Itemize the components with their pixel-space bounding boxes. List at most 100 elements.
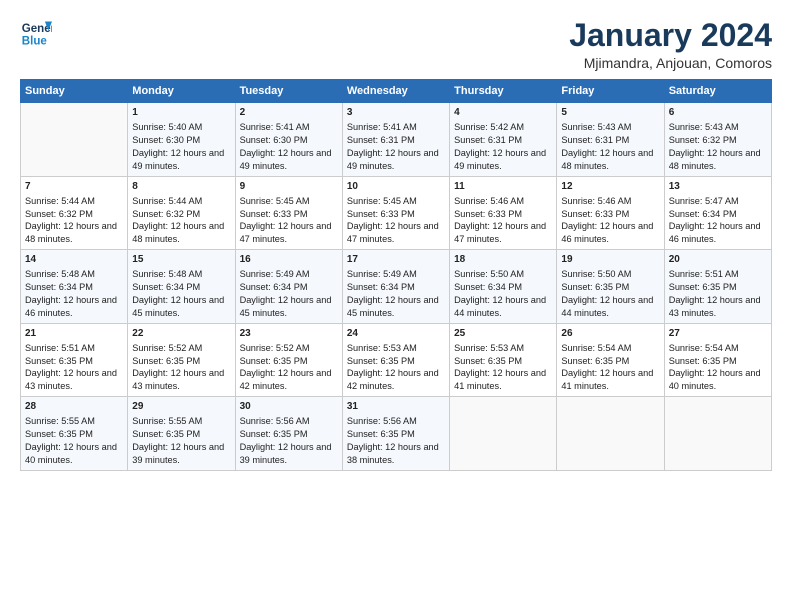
day-number: 21 [25, 327, 123, 341]
sunset-text: Sunset: 6:35 PM [347, 355, 445, 368]
sunrise-text: Sunrise: 5:55 AM [132, 415, 230, 428]
day-number: 15 [132, 253, 230, 267]
sunrise-text: Sunrise: 5:49 AM [240, 268, 338, 281]
calendar-cell: 10Sunrise: 5:45 AMSunset: 6:33 PMDayligh… [342, 176, 449, 250]
daylight-text: Daylight: 12 hours and 40 minutes. [25, 441, 123, 467]
sunrise-text: Sunrise: 5:46 AM [454, 195, 552, 208]
daylight-text: Daylight: 12 hours and 46 minutes. [669, 220, 767, 246]
header-saturday: Saturday [664, 80, 771, 103]
calendar-cell: 19Sunrise: 5:50 AMSunset: 6:35 PMDayligh… [557, 250, 664, 324]
calendar-cell: 5Sunrise: 5:43 AMSunset: 6:31 PMDaylight… [557, 103, 664, 177]
logo-icon: General Blue [20, 18, 52, 50]
sunrise-text: Sunrise: 5:45 AM [347, 195, 445, 208]
day-number: 4 [454, 106, 552, 120]
sunset-text: Sunset: 6:31 PM [347, 134, 445, 147]
sunset-text: Sunset: 6:35 PM [240, 428, 338, 441]
sunset-text: Sunset: 6:35 PM [454, 355, 552, 368]
sunrise-text: Sunrise: 5:48 AM [132, 268, 230, 281]
svg-text:Blue: Blue [22, 36, 48, 48]
sunset-text: Sunset: 6:34 PM [25, 281, 123, 294]
calendar-cell: 2Sunrise: 5:41 AMSunset: 6:30 PMDaylight… [235, 103, 342, 177]
sunrise-text: Sunrise: 5:54 AM [561, 342, 659, 355]
calendar-week-2: 14 Sunrise: 5:48 AM Sunset: 6:34 PM Dayligh… [21, 250, 772, 324]
day-number: 1 [132, 106, 230, 120]
day-number: 10 [347, 180, 445, 194]
day-number: 5 [561, 106, 659, 120]
day-number: 31 [347, 400, 445, 414]
daylight-text: Daylight: 12 hours and 45 minutes. [132, 294, 230, 320]
daylight-text: Daylight: 12 hours and 49 minutes. [454, 147, 552, 173]
day-number: 19 [561, 253, 659, 267]
day-number: 7 [25, 180, 123, 194]
daylight-text: Daylight: 12 hours and 39 minutes. [132, 441, 230, 467]
sunset-text: Sunset: 6:35 PM [132, 355, 230, 368]
daylight-text: Daylight: 12 hours and 42 minutes. [347, 367, 445, 393]
calendar-cell: 20Sunrise: 5:51 AMSunset: 6:35 PMDayligh… [664, 250, 771, 324]
sunrise-text: Sunrise: 5:50 AM [561, 268, 659, 281]
sunrise-text: Sunrise: 5:44 AM [132, 195, 230, 208]
day-number: 25 [454, 327, 552, 341]
calendar-cell: 27Sunrise: 5:54 AMSunset: 6:35 PMDayligh… [664, 323, 771, 397]
daylight-text: Daylight: 12 hours and 49 minutes. [240, 147, 338, 173]
day-number: 13 [669, 180, 767, 194]
day-number: 11 [454, 180, 552, 194]
sunrise-text: Sunrise: 5:54 AM [669, 342, 767, 355]
calendar-cell: 22Sunrise: 5:52 AMSunset: 6:35 PMDayligh… [128, 323, 235, 397]
sunrise-text: Sunrise: 5:53 AM [347, 342, 445, 355]
calendar-cell: 25Sunrise: 5:53 AMSunset: 6:35 PMDayligh… [450, 323, 557, 397]
sunset-text: Sunset: 6:35 PM [669, 355, 767, 368]
daylight-text: Daylight: 12 hours and 48 minutes. [25, 220, 123, 246]
day-number: 26 [561, 327, 659, 341]
sunset-text: Sunset: 6:32 PM [669, 134, 767, 147]
main-title: January 2024 [569, 18, 772, 53]
sunrise-text: Sunrise: 5:50 AM [454, 268, 552, 281]
calendar-header: Sunday Monday Tuesday Wednesday Thursday… [21, 80, 772, 103]
daylight-text: Daylight: 12 hours and 44 minutes. [561, 294, 659, 320]
calendar-cell [664, 397, 771, 471]
header: General Blue January 2024 Mjimandra, Anj… [20, 18, 772, 71]
daylight-text: Daylight: 12 hours and 44 minutes. [454, 294, 552, 320]
calendar-cell: 4Sunrise: 5:42 AMSunset: 6:31 PMDaylight… [450, 103, 557, 177]
daylight-text: Daylight: 12 hours and 47 minutes. [454, 220, 552, 246]
daylight-text: Daylight: 12 hours and 41 minutes. [561, 367, 659, 393]
sunrise-text: Sunrise: 5:43 AM [669, 121, 767, 134]
sunset-text: Sunset: 6:35 PM [25, 428, 123, 441]
header-thursday: Thursday [450, 80, 557, 103]
day-number: 16 [240, 253, 338, 267]
calendar-cell: 18Sunrise: 5:50 AMSunset: 6:34 PMDayligh… [450, 250, 557, 324]
logo: General Blue [20, 18, 52, 50]
day-number: 3 [347, 106, 445, 120]
sunset-text: Sunset: 6:33 PM [347, 208, 445, 221]
sunset-text: Sunset: 6:30 PM [132, 134, 230, 147]
sunset-text: Sunset: 6:30 PM [240, 134, 338, 147]
daylight-text: Daylight: 12 hours and 42 minutes. [240, 367, 338, 393]
calendar-cell: 12Sunrise: 5:46 AMSunset: 6:33 PMDayligh… [557, 176, 664, 250]
calendar-cell: 21Sunrise: 5:51 AMSunset: 6:35 PMDayligh… [21, 323, 128, 397]
sunset-text: Sunset: 6:34 PM [347, 281, 445, 294]
page: General Blue January 2024 Mjimandra, Anj… [0, 0, 792, 612]
calendar-cell: 13Sunrise: 5:47 AMSunset: 6:34 PMDayligh… [664, 176, 771, 250]
day-number: 20 [669, 253, 767, 267]
day-number: 28 [25, 400, 123, 414]
day-number: 22 [132, 327, 230, 341]
subtitle: Mjimandra, Anjouan, Comoros [569, 55, 772, 71]
sunset-text: Sunset: 6:34 PM [240, 281, 338, 294]
sunset-text: Sunset: 6:35 PM [561, 355, 659, 368]
calendar-table: Sunday Monday Tuesday Wednesday Thursday… [20, 79, 772, 471]
sunset-text: Sunset: 6:35 PM [669, 281, 767, 294]
sunrise-text: Sunrise: 5:43 AM [561, 121, 659, 134]
daylight-text: Daylight: 12 hours and 38 minutes. [347, 441, 445, 467]
day-number: 17 [347, 253, 445, 267]
calendar-cell: 16Sunrise: 5:49 AMSunset: 6:34 PMDayligh… [235, 250, 342, 324]
daylight-text: Daylight: 12 hours and 46 minutes. [561, 220, 659, 246]
daylight-text: Daylight: 12 hours and 43 minutes. [25, 367, 123, 393]
calendar-cell: 9Sunrise: 5:45 AMSunset: 6:33 PMDaylight… [235, 176, 342, 250]
calendar-cell: 11Sunrise: 5:46 AMSunset: 6:33 PMDayligh… [450, 176, 557, 250]
calendar-cell: 1Sunrise: 5:40 AMSunset: 6:30 PMDaylight… [128, 103, 235, 177]
daylight-text: Daylight: 12 hours and 47 minutes. [240, 220, 338, 246]
sunrise-text: Sunrise: 5:53 AM [454, 342, 552, 355]
day-number: 14 [25, 253, 123, 267]
sunrise-text: Sunrise: 5:56 AM [240, 415, 338, 428]
calendar-body: 1Sunrise: 5:40 AMSunset: 6:30 PMDaylight… [21, 103, 772, 471]
sunset-text: Sunset: 6:32 PM [25, 208, 123, 221]
